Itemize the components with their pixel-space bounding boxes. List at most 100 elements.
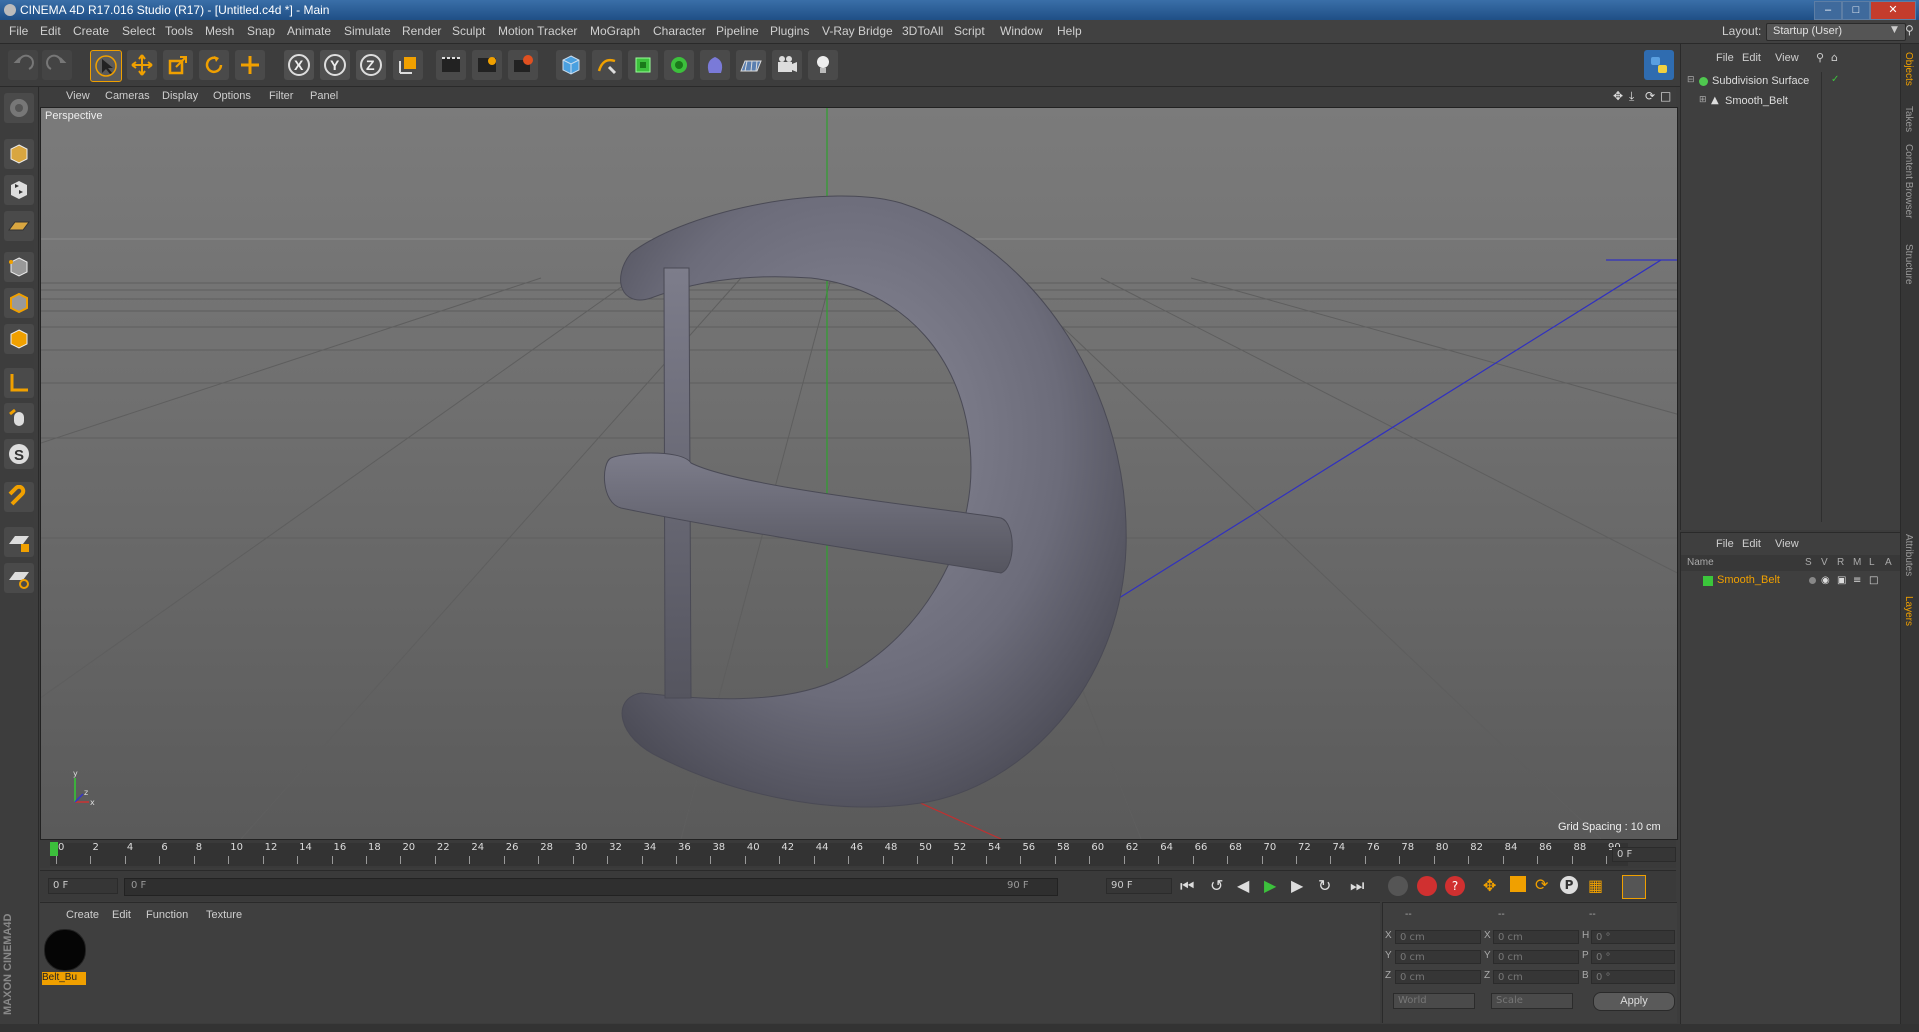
transform-icon[interactable] xyxy=(235,50,265,80)
timeline-ruler[interactable]: 0 2 4 6 8 10 12 14 16 18 20 22 24 26 28 30 32 34 36 38 40 42 4… xyxy=(40,840,1676,868)
search-objects-icon[interactable]: ⚲ xyxy=(1816,51,1824,64)
tweak-mode-icon[interactable] xyxy=(4,403,34,433)
record-icon[interactable] xyxy=(1417,876,1437,896)
menu-vray-bridge[interactable]: V-Ray Bridge xyxy=(822,24,893,38)
end-frame-field[interactable]: 90 F xyxy=(1106,878,1172,894)
keyframe-selection-icon[interactable] xyxy=(1388,876,1408,896)
move-icon[interactable] xyxy=(127,50,157,80)
mat-menu-function[interactable]: Function xyxy=(146,909,188,921)
eye-icon[interactable]: ◉ xyxy=(1821,575,1830,586)
object-row-smooth-belt[interactable]: ⊞ ▲ Smooth_Belt xyxy=(1681,92,1861,112)
vp-menu-panel[interactable]: Panel xyxy=(310,90,338,102)
render-icon[interactable]: ▣ xyxy=(1837,575,1846,586)
make-editable-icon[interactable] xyxy=(4,93,34,123)
size-z-field[interactable]: 0 cm xyxy=(1493,970,1579,984)
polygons-mode-icon[interactable] xyxy=(4,324,34,354)
floor-icon[interactable] xyxy=(736,50,766,80)
close-button[interactable]: ✕ xyxy=(1870,1,1916,20)
material-swatch[interactable]: Belt_Bu xyxy=(42,927,86,985)
expand-icon[interactable]: ⊟ xyxy=(1687,75,1695,85)
menu-snap[interactable]: Snap xyxy=(247,24,275,38)
cube-icon[interactable] xyxy=(556,50,586,80)
vp-menu-view[interactable]: View xyxy=(66,90,90,102)
go-to-end-icon[interactable]: ⏭ xyxy=(1350,876,1364,896)
layer-color-swatch[interactable] xyxy=(1703,576,1713,586)
tab-takes[interactable]: Takes xyxy=(1903,106,1914,132)
previous-key-icon[interactable]: ↺ xyxy=(1210,876,1223,895)
pos-x-field[interactable]: 0 cm xyxy=(1395,930,1481,944)
key-position-icon[interactable]: ✥ xyxy=(1483,876,1496,895)
layout-dropdown[interactable]: Startup (User) ▼ xyxy=(1766,23,1906,41)
lock-icon[interactable]: □ xyxy=(1869,575,1878,586)
expand-icon[interactable]: ⊞ xyxy=(1699,95,1707,105)
timeline-window-icon[interactable] xyxy=(1622,875,1646,899)
next-frame-icon[interactable]: ▶ xyxy=(1291,876,1303,895)
render-picture-viewer-icon[interactable] xyxy=(472,50,502,80)
magnet-icon[interactable] xyxy=(4,482,34,512)
menu-mesh[interactable]: Mesh xyxy=(205,24,234,38)
menu-character[interactable]: Character xyxy=(653,24,706,38)
menu-pipeline[interactable]: Pipeline xyxy=(716,24,759,38)
grid-rotate-icon[interactable] xyxy=(4,563,34,593)
layer-menu-view[interactable]: View xyxy=(1775,538,1799,550)
vp-maximize-icon[interactable]: □ xyxy=(1660,89,1671,103)
size-y-field[interactable]: 0 cm xyxy=(1493,950,1579,964)
obj-menu-view[interactable]: View xyxy=(1775,52,1799,64)
solo-icon[interactable] xyxy=(1809,577,1816,584)
deformer-icon[interactable] xyxy=(700,50,730,80)
rotate-icon[interactable] xyxy=(199,50,229,80)
mat-menu-edit[interactable]: Edit xyxy=(112,909,131,921)
range-slider[interactable]: 0 F 90 F xyxy=(124,878,1058,896)
redo-icon[interactable] xyxy=(42,50,72,80)
y-axis-icon[interactable]: Y xyxy=(320,50,350,80)
texture-mode-icon[interactable] xyxy=(4,175,34,205)
menu-3dtoall[interactable]: 3DToAll xyxy=(902,24,943,38)
search-icon[interactable]: ⚲ xyxy=(1905,23,1914,37)
menu-file[interactable]: File xyxy=(9,24,28,38)
current-frame-field[interactable]: 0 F xyxy=(1612,847,1676,862)
vp-zoom-icon[interactable]: ⤓ xyxy=(1629,89,1634,104)
maximize-button[interactable]: □ xyxy=(1842,1,1870,20)
tab-content-browser[interactable]: Content Browser xyxy=(1903,144,1914,218)
obj-menu-edit[interactable]: Edit xyxy=(1742,52,1761,64)
undo-icon[interactable] xyxy=(8,50,38,80)
tab-objects[interactable]: Objects xyxy=(1903,52,1914,86)
tab-layers[interactable]: Layers xyxy=(1903,596,1914,626)
array-icon[interactable] xyxy=(664,50,694,80)
menu-animate[interactable]: Animate xyxy=(287,24,331,38)
key-rotation-icon[interactable]: ⟳ xyxy=(1535,875,1548,894)
rot-b-field[interactable]: 0 ° xyxy=(1591,970,1675,984)
camera-icon[interactable] xyxy=(772,50,802,80)
menu-mograph[interactable]: MoGraph xyxy=(590,24,640,38)
rot-p-field[interactable]: 0 ° xyxy=(1591,950,1675,964)
visibility-check-icon[interactable]: ✓ xyxy=(1831,74,1839,85)
model-mode-icon[interactable] xyxy=(4,139,34,169)
key-pla-icon[interactable]: ▦ xyxy=(1588,876,1603,895)
menu-select[interactable]: Select xyxy=(122,24,155,38)
menu-sculpt[interactable]: Sculpt xyxy=(452,24,485,38)
tab-attributes[interactable]: Attributes xyxy=(1903,534,1914,576)
vp-menu-cameras[interactable]: Cameras xyxy=(105,90,150,102)
manager-icon[interactable]: ≡ xyxy=(1853,575,1861,586)
grid-lock-icon[interactable] xyxy=(4,527,34,557)
z-axis-icon[interactable]: Z xyxy=(356,50,386,80)
auto-keying-icon[interactable]: ? xyxy=(1445,876,1465,896)
layer-menu-edit[interactable]: Edit xyxy=(1742,538,1761,550)
pos-y-field[interactable]: 0 cm xyxy=(1395,950,1481,964)
workplane-icon[interactable] xyxy=(4,211,34,241)
vp-rotate-icon[interactable]: ⟳ xyxy=(1645,89,1655,103)
x-axis-icon[interactable]: X xyxy=(284,50,314,80)
mat-menu-create[interactable]: Create xyxy=(66,909,99,921)
play-icon[interactable]: ▶ xyxy=(1264,876,1276,895)
apply-button[interactable]: Apply xyxy=(1593,992,1675,1011)
layer-row[interactable]: Smooth_Belt ◉ ▣ ≡ □ xyxy=(1681,573,1901,589)
pos-z-field[interactable]: 0 cm xyxy=(1395,970,1481,984)
size-x-field[interactable]: 0 cm xyxy=(1493,930,1579,944)
key-scale-icon[interactable] xyxy=(1510,876,1526,892)
mat-menu-texture[interactable]: Texture xyxy=(206,909,242,921)
menu-help[interactable]: Help xyxy=(1057,24,1082,38)
tab-structure[interactable]: Structure xyxy=(1903,244,1914,285)
menu-render[interactable]: Render xyxy=(402,24,441,38)
rot-h-field[interactable]: 0 ° xyxy=(1591,930,1675,944)
3d-viewport[interactable]: Perspective Grid Spacing : 10 cm y x z xyxy=(40,107,1678,840)
